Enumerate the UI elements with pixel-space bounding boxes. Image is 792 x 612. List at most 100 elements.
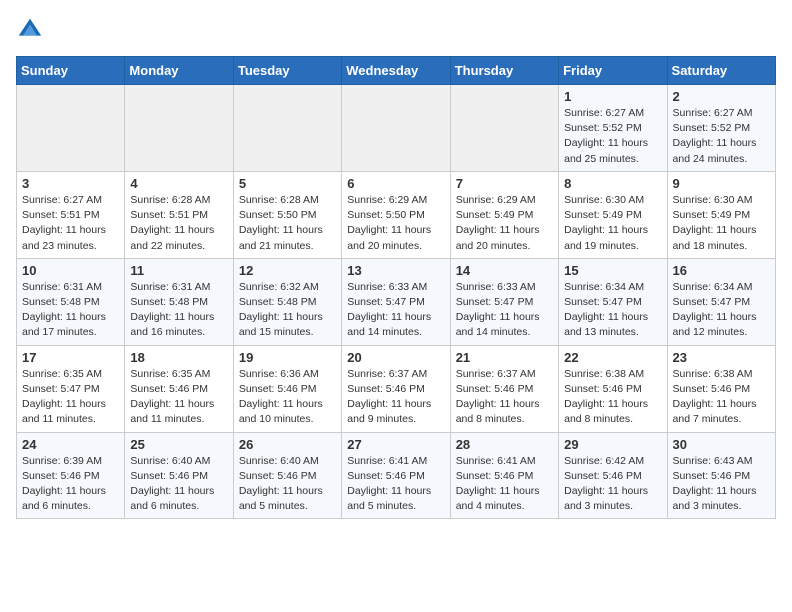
day-number: 27 xyxy=(347,437,444,452)
calendar-cell xyxy=(17,85,125,172)
day-info: Sunrise: 6:28 AM Sunset: 5:50 PM Dayligh… xyxy=(239,193,336,254)
day-number: 6 xyxy=(347,176,444,191)
day-info: Sunrise: 6:41 AM Sunset: 5:46 PM Dayligh… xyxy=(347,454,444,515)
week-row-2: 3 Sunrise: 6:27 AM Sunset: 5:51 PM Daylig… xyxy=(17,171,776,258)
week-row-1: 1 Sunrise: 6:27 AM Sunset: 5:52 PM Daylig… xyxy=(17,85,776,172)
calendar-table: SundayMondayTuesdayWednesdayThursdayFrid… xyxy=(16,56,776,519)
day-number: 20 xyxy=(347,350,444,365)
calendar-cell: 12 Sunrise: 6:32 AM Sunset: 5:48 PM Dayli… xyxy=(233,258,341,345)
day-number: 26 xyxy=(239,437,336,452)
calendar-cell xyxy=(233,85,341,172)
day-number: 30 xyxy=(673,437,770,452)
day-info: Sunrise: 6:33 AM Sunset: 5:47 PM Dayligh… xyxy=(347,280,444,341)
day-info: Sunrise: 6:32 AM Sunset: 5:48 PM Dayligh… xyxy=(239,280,336,341)
calendar-cell: 7 Sunrise: 6:29 AM Sunset: 5:49 PM Daylig… xyxy=(450,171,558,258)
calendar-cell: 14Sunrise: 6:33 AM Sunset: 5:47 PM Dayli… xyxy=(450,258,558,345)
day-info: Sunrise: 6:40 AM Sunset: 5:46 PM Dayligh… xyxy=(239,454,336,515)
calendar-cell: 20 Sunrise: 6:37 AM Sunset: 5:46 PM Dayli… xyxy=(342,345,450,432)
calendar-cell: 2 Sunrise: 6:27 AM Sunset: 5:52 PM Daylig… xyxy=(667,85,775,172)
day-number: 24 xyxy=(22,437,119,452)
calendar-cell xyxy=(450,85,558,172)
day-info: Sunrise: 6:35 AM Sunset: 5:46 PM Dayligh… xyxy=(130,367,227,428)
day-info: Sunrise: 6:27 AM Sunset: 5:52 PM Dayligh… xyxy=(564,106,661,167)
day-info: Sunrise: 6:37 AM Sunset: 5:46 PM Dayligh… xyxy=(347,367,444,428)
day-info: Sunrise: 6:34 AM Sunset: 5:47 PM Dayligh… xyxy=(673,280,770,341)
calendar-cell: 6 Sunrise: 6:29 AM Sunset: 5:50 PM Daylig… xyxy=(342,171,450,258)
day-number: 23 xyxy=(673,350,770,365)
calendar-cell xyxy=(125,85,233,172)
calendar-cell: 19 Sunrise: 6:36 AM Sunset: 5:46 PM Dayli… xyxy=(233,345,341,432)
calendar-cell: 24 Sunrise: 6:39 AM Sunset: 5:46 PM Dayli… xyxy=(17,432,125,519)
day-number: 12 xyxy=(239,263,336,278)
calendar-cell: 11Sunrise: 6:31 AM Sunset: 5:48 PM Dayli… xyxy=(125,258,233,345)
day-of-week-row: SundayMondayTuesdayWednesdayThursdayFrid… xyxy=(17,57,776,85)
day-info: Sunrise: 6:35 AM Sunset: 5:47 PM Dayligh… xyxy=(22,367,119,428)
day-info: Sunrise: 6:36 AM Sunset: 5:46 PM Dayligh… xyxy=(239,367,336,428)
calendar-cell: 21 Sunrise: 6:37 AM Sunset: 5:46 PM Dayli… xyxy=(450,345,558,432)
calendar-cell: 17 Sunrise: 6:35 AM Sunset: 5:47 PM Dayli… xyxy=(17,345,125,432)
day-number: 10 xyxy=(22,263,119,278)
day-info: Sunrise: 6:31 AM Sunset: 5:48 PM Dayligh… xyxy=(22,280,119,341)
calendar-cell: 27 Sunrise: 6:41 AM Sunset: 5:46 PM Dayli… xyxy=(342,432,450,519)
page-header xyxy=(16,16,776,44)
day-info: Sunrise: 6:27 AM Sunset: 5:52 PM Dayligh… xyxy=(673,106,770,167)
day-number: 8 xyxy=(564,176,661,191)
day-number: 28 xyxy=(456,437,553,452)
calendar-cell: 18Sunrise: 6:35 AM Sunset: 5:46 PM Dayli… xyxy=(125,345,233,432)
day-number: 21 xyxy=(456,350,553,365)
calendar-cell: 28 Sunrise: 6:41 AM Sunset: 5:46 PM Dayli… xyxy=(450,432,558,519)
day-number: 22 xyxy=(564,350,661,365)
calendar-cell: 1 Sunrise: 6:27 AM Sunset: 5:52 PM Daylig… xyxy=(559,85,667,172)
day-info: Sunrise: 6:43 AM Sunset: 5:46 PM Dayligh… xyxy=(673,454,770,515)
day-number: 29 xyxy=(564,437,661,452)
col-header-tuesday: Tuesday xyxy=(233,57,341,85)
day-number: 25 xyxy=(130,437,227,452)
day-number: 13 xyxy=(347,263,444,278)
logo xyxy=(16,16,48,44)
day-number: 17 xyxy=(22,350,119,365)
col-header-wednesday: Wednesday xyxy=(342,57,450,85)
day-number: 3 xyxy=(22,176,119,191)
day-info: Sunrise: 6:40 AM Sunset: 5:46 PM Dayligh… xyxy=(130,454,227,515)
logo-icon xyxy=(16,16,44,44)
day-info: Sunrise: 6:30 AM Sunset: 5:49 PM Dayligh… xyxy=(564,193,661,254)
day-number: 2 xyxy=(673,89,770,104)
day-number: 5 xyxy=(239,176,336,191)
calendar-cell: 4 Sunrise: 6:28 AM Sunset: 5:51 PM Daylig… xyxy=(125,171,233,258)
calendar-body: 1 Sunrise: 6:27 AM Sunset: 5:52 PM Daylig… xyxy=(17,85,776,519)
calendar-cell: 9Sunrise: 6:30 AM Sunset: 5:49 PM Daylig… xyxy=(667,171,775,258)
day-info: Sunrise: 6:31 AM Sunset: 5:48 PM Dayligh… xyxy=(130,280,227,341)
day-info: Sunrise: 6:27 AM Sunset: 5:51 PM Dayligh… xyxy=(22,193,119,254)
calendar-cell: 8 Sunrise: 6:30 AM Sunset: 5:49 PM Daylig… xyxy=(559,171,667,258)
day-number: 9 xyxy=(673,176,770,191)
calendar-cell: 16 Sunrise: 6:34 AM Sunset: 5:47 PM Dayli… xyxy=(667,258,775,345)
calendar-cell: 29 Sunrise: 6:42 AM Sunset: 5:46 PM Dayli… xyxy=(559,432,667,519)
day-info: Sunrise: 6:29 AM Sunset: 5:50 PM Dayligh… xyxy=(347,193,444,254)
calendar-cell: 15Sunrise: 6:34 AM Sunset: 5:47 PM Dayli… xyxy=(559,258,667,345)
calendar-cell: 25 Sunrise: 6:40 AM Sunset: 5:46 PM Dayli… xyxy=(125,432,233,519)
calendar-cell: 22 Sunrise: 6:38 AM Sunset: 5:46 PM Dayli… xyxy=(559,345,667,432)
calendar-cell: 5 Sunrise: 6:28 AM Sunset: 5:50 PM Daylig… xyxy=(233,171,341,258)
day-info: Sunrise: 6:39 AM Sunset: 5:46 PM Dayligh… xyxy=(22,454,119,515)
day-number: 1 xyxy=(564,89,661,104)
calendar-cell: 26 Sunrise: 6:40 AM Sunset: 5:46 PM Dayli… xyxy=(233,432,341,519)
day-info: Sunrise: 6:41 AM Sunset: 5:46 PM Dayligh… xyxy=(456,454,553,515)
day-number: 19 xyxy=(239,350,336,365)
week-row-3: 10 Sunrise: 6:31 AM Sunset: 5:48 PM Dayli… xyxy=(17,258,776,345)
calendar-cell xyxy=(342,85,450,172)
col-header-saturday: Saturday xyxy=(667,57,775,85)
day-number: 16 xyxy=(673,263,770,278)
day-info: Sunrise: 6:28 AM Sunset: 5:51 PM Dayligh… xyxy=(130,193,227,254)
day-info: Sunrise: 6:29 AM Sunset: 5:49 PM Dayligh… xyxy=(456,193,553,254)
day-number: 4 xyxy=(130,176,227,191)
calendar-cell: 13 Sunrise: 6:33 AM Sunset: 5:47 PM Dayli… xyxy=(342,258,450,345)
day-number: 14 xyxy=(456,263,553,278)
day-info: Sunrise: 6:38 AM Sunset: 5:46 PM Dayligh… xyxy=(673,367,770,428)
day-number: 7 xyxy=(456,176,553,191)
col-header-friday: Friday xyxy=(559,57,667,85)
day-info: Sunrise: 6:37 AM Sunset: 5:46 PM Dayligh… xyxy=(456,367,553,428)
day-info: Sunrise: 6:42 AM Sunset: 5:46 PM Dayligh… xyxy=(564,454,661,515)
calendar-cell: 3 Sunrise: 6:27 AM Sunset: 5:51 PM Daylig… xyxy=(17,171,125,258)
day-info: Sunrise: 6:38 AM Sunset: 5:46 PM Dayligh… xyxy=(564,367,661,428)
day-number: 15 xyxy=(564,263,661,278)
